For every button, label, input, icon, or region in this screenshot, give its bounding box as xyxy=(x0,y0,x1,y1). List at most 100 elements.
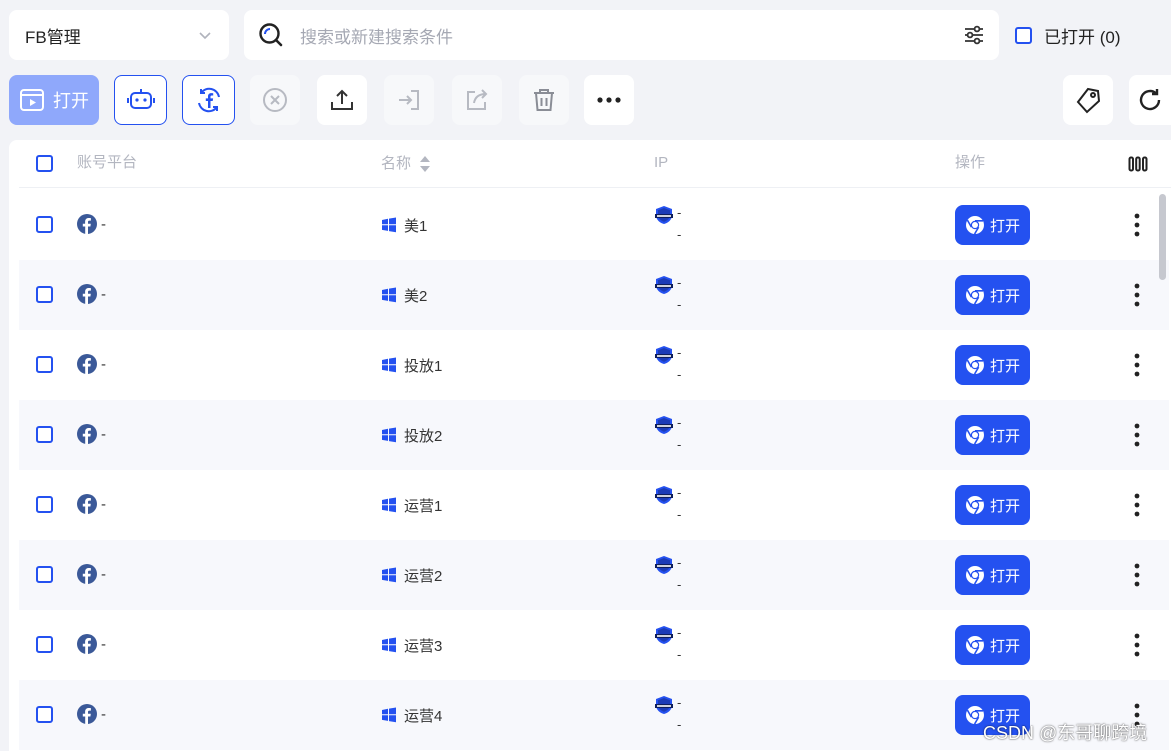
windows-icon xyxy=(382,357,396,373)
table-row[interactable]: - 运营2 - - 打开 xyxy=(19,540,1169,610)
platform-cell: - xyxy=(77,284,106,304)
profile-name: 运营1 xyxy=(404,497,443,515)
open-profile-button[interactable]: 打开 xyxy=(955,625,1030,665)
row-checkbox[interactable] xyxy=(36,636,53,653)
tag-button[interactable] xyxy=(1063,75,1113,125)
filter-settings-icon[interactable] xyxy=(963,24,985,46)
row-more-menu[interactable] xyxy=(1127,632,1147,658)
open-profile-button[interactable]: 打开 xyxy=(955,555,1030,595)
name-cell: 运营4 xyxy=(381,704,442,726)
row-checkbox[interactable] xyxy=(36,216,53,233)
chrome-icon xyxy=(965,216,984,235)
row-more-menu[interactable] xyxy=(1127,492,1147,518)
proxy-shield-icon xyxy=(655,346,673,364)
open-profile-button[interactable]: 打开 xyxy=(955,205,1030,245)
table-row[interactable]: - 美1 - - 打开 xyxy=(19,190,1169,260)
row-checkbox[interactable] xyxy=(36,496,53,513)
row-more-menu[interactable] xyxy=(1127,562,1147,588)
refresh-icon xyxy=(1139,89,1161,111)
row-checkbox[interactable] xyxy=(36,286,53,303)
ip-location: - xyxy=(677,297,682,312)
open-profile-button[interactable]: 打开 xyxy=(955,275,1030,315)
row-more-menu[interactable] xyxy=(1127,212,1147,238)
row-checkbox[interactable] xyxy=(36,426,53,443)
sort-icon[interactable] xyxy=(419,155,431,173)
platform-value: - xyxy=(101,565,106,583)
open-profile-button[interactable]: 打开 xyxy=(955,415,1030,455)
refresh-button[interactable] xyxy=(1129,75,1171,125)
row-checkbox[interactable] xyxy=(36,356,53,373)
search-icon xyxy=(259,23,283,47)
table-row[interactable]: - 投放2 - - 打开 xyxy=(19,400,1169,470)
column-actions: 操作 xyxy=(955,154,986,171)
column-settings-icon[interactable] xyxy=(1128,156,1148,172)
platform-value: - xyxy=(101,425,106,443)
more-vertical-icon xyxy=(1134,283,1140,307)
open-selected-label: 打开 xyxy=(53,91,89,111)
chrome-icon xyxy=(965,426,984,445)
open-profile-button[interactable]: 打开 xyxy=(955,345,1030,385)
platform-value: - xyxy=(101,355,106,373)
row-checkbox[interactable] xyxy=(36,706,53,723)
table-header: 账号平台 名称 IP 操作 xyxy=(19,140,1171,188)
table-row[interactable]: - 投放1 - - 打开 xyxy=(19,330,1169,400)
ip-address: - xyxy=(677,555,682,570)
table-scrollbar-thumb[interactable] xyxy=(1159,194,1166,280)
row-more-menu[interactable] xyxy=(1127,282,1147,308)
platform-cell: - xyxy=(77,704,106,724)
name-cell: 运营1 xyxy=(381,494,442,516)
platform-cell: - xyxy=(77,564,106,584)
robot-automation-button[interactable] xyxy=(114,75,167,125)
profile-name: 投放2 xyxy=(404,427,443,445)
ip-cell: - - xyxy=(654,412,681,456)
row-more-menu[interactable] xyxy=(1127,352,1147,378)
windows-icon xyxy=(382,217,396,233)
upload-button[interactable] xyxy=(317,75,367,125)
more-actions-button[interactable] xyxy=(584,75,634,125)
open-profile-button[interactable]: 打开 xyxy=(955,485,1030,525)
ip-cell: - - xyxy=(654,692,681,736)
facebook-sync-button[interactable] xyxy=(182,75,235,125)
name-cell: 运营2 xyxy=(381,564,442,586)
open-selected-button[interactable]: 打开 xyxy=(9,75,99,125)
share-icon xyxy=(467,89,488,110)
platform-cell: - xyxy=(77,354,106,374)
platform-cell: - xyxy=(77,634,106,654)
proxy-shield-icon xyxy=(655,556,673,574)
chrome-icon xyxy=(965,286,984,305)
profile-name: 美1 xyxy=(404,217,428,235)
more-horizontal-icon xyxy=(597,97,621,103)
proxy-shield-icon xyxy=(655,276,673,294)
close-button[interactable] xyxy=(250,75,300,125)
share-button[interactable] xyxy=(452,75,502,125)
search-input[interactable]: 搜索或新建搜索条件 xyxy=(300,23,453,48)
opened-filter[interactable]: 已打开 (0) xyxy=(1015,20,1121,50)
ip-location: - xyxy=(677,227,682,242)
table-row[interactable]: - 美2 - - 打开 xyxy=(19,260,1169,330)
row-more-menu[interactable] xyxy=(1127,422,1147,448)
table-row[interactable]: - 运营3 - - 打开 xyxy=(19,610,1169,680)
platform-value: - xyxy=(101,635,106,653)
opened-checkbox[interactable] xyxy=(1015,26,1032,44)
row-checkbox[interactable] xyxy=(36,566,53,583)
import-button[interactable] xyxy=(384,75,434,125)
facebook-icon xyxy=(77,704,97,724)
select-all-checkbox[interactable] xyxy=(36,155,53,172)
facebook-icon xyxy=(77,564,97,584)
ip-cell: - - xyxy=(654,202,681,246)
ip-location: - xyxy=(677,577,682,592)
ip-location: - xyxy=(677,367,682,382)
profile-name: 美2 xyxy=(404,287,428,305)
table-row[interactable]: - 运营1 - - 打开 xyxy=(19,470,1169,540)
name-cell: 投放2 xyxy=(381,424,442,446)
delete-button[interactable] xyxy=(519,75,569,125)
search-bar[interactable]: 搜索或新建搜索条件 xyxy=(244,10,999,60)
column-name[interactable]: 名称 xyxy=(381,140,431,188)
name-cell: 运营3 xyxy=(381,634,442,656)
windows-icon xyxy=(382,637,396,653)
open-profile-label: 打开 xyxy=(989,427,1020,445)
profile-name: 投放1 xyxy=(404,357,443,375)
column-ip: IP xyxy=(654,154,669,171)
group-select[interactable]: FB管理 xyxy=(9,10,229,60)
ip-address: - xyxy=(677,415,682,430)
